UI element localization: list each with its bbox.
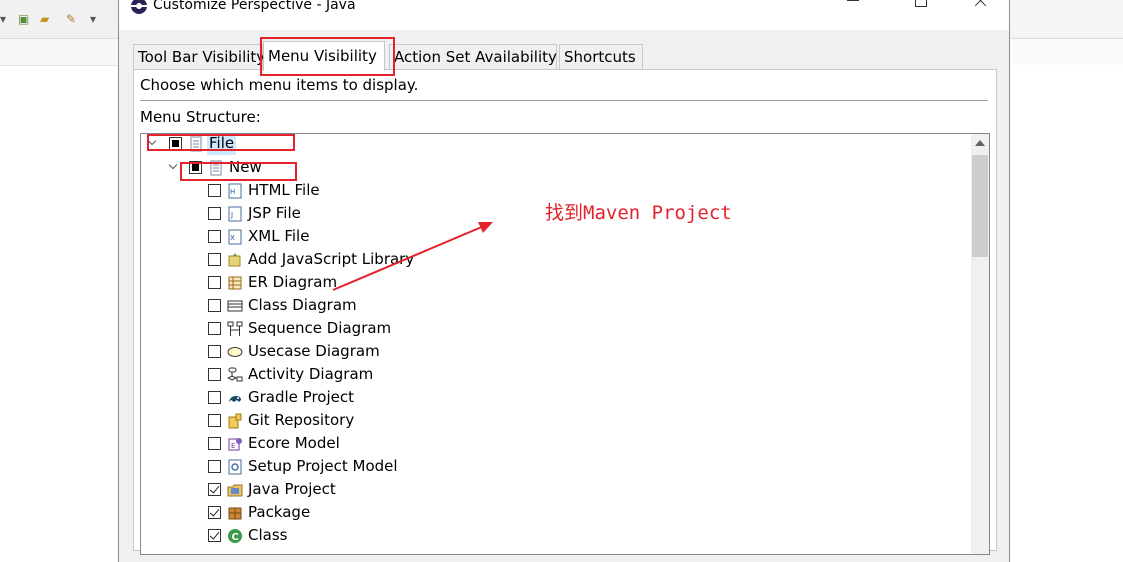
annotation-arrow [332, 222, 493, 291]
tab-menu-visibility[interactable]: Menu Visibility [263, 41, 385, 71]
annotation-text: 找到Maven Project [545, 202, 732, 224]
